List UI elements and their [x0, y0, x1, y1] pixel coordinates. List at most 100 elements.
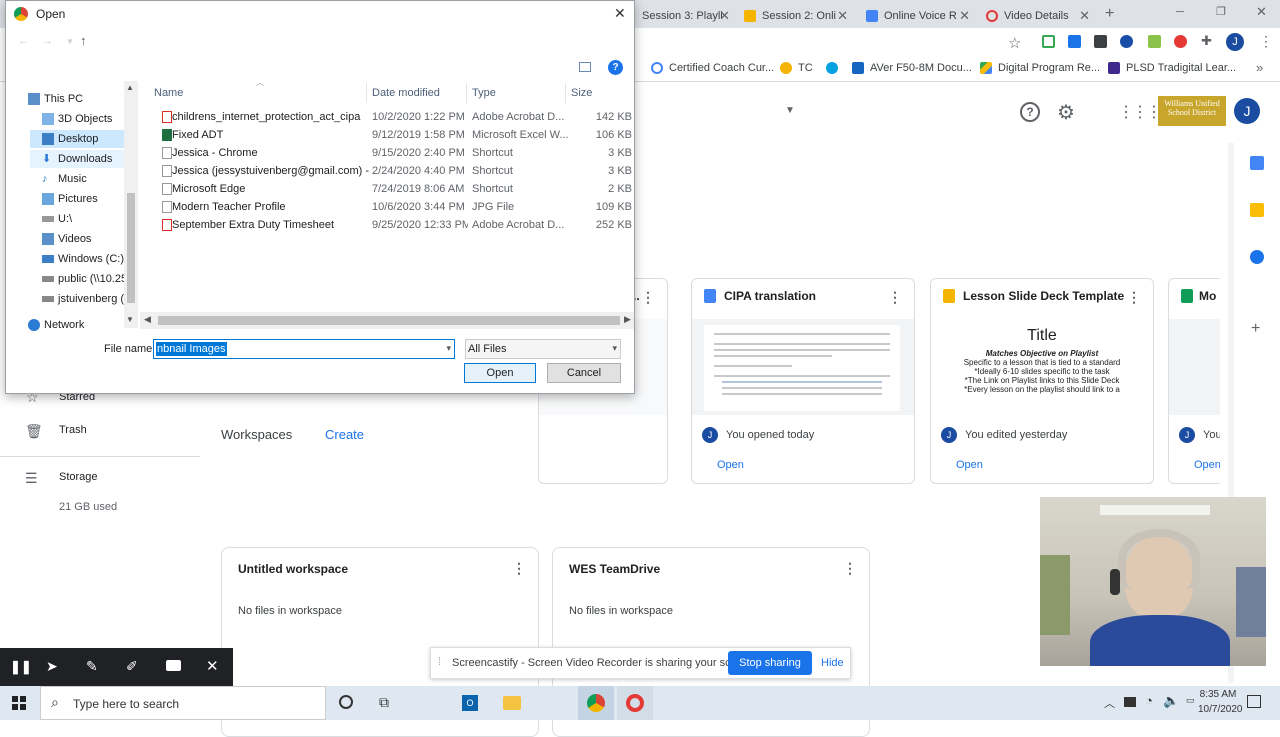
cortana-icon[interactable] — [339, 695, 353, 709]
apps-grid-icon[interactable]: ⋮⋮⋮ — [1118, 102, 1162, 122]
calendar-icon[interactable] — [1250, 156, 1264, 170]
close-toolbar-icon[interactable]: ✕ — [206, 657, 219, 675]
close-icon[interactable]: ✕ — [837, 8, 848, 24]
hide-button[interactable]: Hide — [821, 657, 844, 669]
open-button[interactable]: Open — [464, 363, 536, 383]
cursor-icon[interactable]: ➤ — [46, 658, 58, 675]
column-header-name[interactable]: Name — [154, 87, 183, 99]
new-tab-icon[interactable]: + — [1105, 5, 1114, 23]
taskbar-time[interactable]: 8:35 AM — [1198, 689, 1238, 700]
create-workspace-button[interactable]: Create — [325, 427, 364, 442]
sidebar-item-trash[interactable]: Trash — [59, 424, 87, 436]
cancel-button[interactable]: Cancel — [547, 363, 621, 383]
extension-icon[interactable] — [1174, 35, 1187, 48]
file-list-hscrollbar[interactable]: ◀ ▶ — [140, 312, 634, 329]
suggested-file-card[interactable]: CIPA translation ⋮ J You opened today Ope… — [691, 278, 915, 484]
file-row[interactable]: Microsoft Edge 7/24/2019 8:06 AM Shortcut 2… — [156, 180, 634, 198]
nav-item-pictures[interactable]: Pictures — [42, 190, 98, 208]
file-row[interactable]: childrens_internet_protection_act_cipa 10… — [156, 108, 634, 126]
tab-session-2[interactable]: Session 2: Onli ✕ — [738, 4, 854, 28]
taskbar-chrome-button[interactable] — [578, 686, 614, 720]
nav-item-desktop[interactable]: Desktop — [30, 130, 124, 148]
bookmark-item[interactable]: PLSD Tradigital Lear... — [1108, 62, 1236, 74]
outlook-icon[interactable]: O — [462, 695, 478, 711]
bookmark-item[interactable]: TC — [780, 62, 813, 74]
suggested-file-card[interactable]: Lesson Slide Deck Template ⋮ Title Match… — [930, 278, 1154, 484]
recent-locations-icon[interactable]: ▼ — [66, 37, 74, 46]
drag-handle-icon[interactable]: ⁞ — [438, 656, 441, 668]
column-header-size[interactable]: Size — [571, 87, 592, 99]
dialog-close-icon[interactable]: ✕ — [614, 5, 626, 22]
nav-item-jstuivenberg[interactable]: jstuivenberg (\\1 — [42, 290, 136, 308]
file-row[interactable]: Jessica - Chrome 9/15/2020 2:40 PM Shortcu… — [156, 144, 634, 162]
extension-icon[interactable] — [1120, 35, 1133, 48]
file-row[interactable]: Modern Teacher Profile 10/6/2020 3:44 PM J… — [156, 198, 634, 216]
wifi-icon[interactable]: ◔ — [1145, 693, 1153, 708]
close-window-icon[interactable]: ✕ — [1256, 4, 1267, 20]
tab-session-3[interactable]: Session 3: Playli ✕ — [636, 4, 736, 28]
file-row[interactable]: Jessica (jessystuivenberg@gmail.com) - C… — [156, 162, 634, 180]
settings-gear-icon[interactable]: ⚙ — [1057, 100, 1075, 125]
scroll-left-icon[interactable]: ◀ — [144, 314, 151, 325]
task-view-icon[interactable]: ⧉ — [379, 694, 389, 711]
nav-item-u-drive[interactable]: U:\ — [42, 210, 72, 228]
filename-input[interactable]: nbnail Images ▾ — [153, 339, 455, 359]
scroll-down-icon[interactable]: ▼ — [126, 315, 134, 324]
add-addon-icon[interactable]: + — [1251, 320, 1260, 338]
help-icon[interactable]: ? — [1020, 102, 1040, 122]
keep-icon[interactable] — [1250, 203, 1264, 217]
nav-item-this-pc[interactable]: This PC — [28, 90, 83, 108]
chevron-down-icon[interactable]: ▾ — [612, 343, 617, 354]
language-icon[interactable]: ▭ — [1186, 695, 1195, 706]
extension-icon[interactable] — [1148, 35, 1161, 48]
highlighter-icon[interactable]: ✐ — [126, 658, 138, 675]
extension-icon[interactable] — [1042, 35, 1055, 48]
open-link[interactable]: Open — [956, 459, 983, 471]
profile-avatar[interactable]: J — [1226, 33, 1244, 51]
volume-icon[interactable]: 🔈 — [1163, 693, 1179, 709]
tasks-icon[interactable] — [1250, 250, 1264, 264]
close-icon[interactable]: ✕ — [1079, 8, 1090, 24]
help-icon[interactable]: ? — [608, 60, 623, 75]
open-link[interactable]: Open — [717, 459, 744, 471]
star-bookmark-icon[interactable]: ☆ — [1008, 34, 1021, 52]
more-options-icon[interactable]: ⋮ — [641, 289, 655, 306]
nav-item-music[interactable]: ♪ Music — [42, 170, 87, 188]
nav-item-videos[interactable]: Videos — [42, 230, 91, 248]
nav-item-windows-c[interactable]: Windows (C:) — [42, 250, 124, 268]
more-options-icon[interactable]: ⋮ — [1127, 289, 1141, 306]
chevron-down-icon[interactable]: ▾ — [446, 343, 451, 354]
taskbar-screencastify-button[interactable] — [617, 686, 653, 720]
pause-icon[interactable]: ❚❚ — [10, 659, 32, 675]
bookmark-item[interactable] — [826, 62, 844, 74]
nav-item-public[interactable]: public (\\10.254. — [42, 270, 136, 288]
column-header-type[interactable]: Type — [472, 87, 496, 99]
file-explorer-icon[interactable] — [503, 696, 521, 710]
bookmark-item[interactable]: AVer F50-8M Docu... — [852, 62, 972, 74]
file-type-select[interactable]: All Files ▾ — [465, 339, 621, 359]
tab-online-voice[interactable]: Online Voice R ✕ — [860, 4, 976, 28]
scroll-right-icon[interactable]: ▶ — [624, 314, 631, 325]
puzzle-icon[interactable]: ✚ — [1201, 33, 1212, 49]
stop-sharing-button[interactable]: Stop sharing — [728, 651, 812, 675]
file-row[interactable]: Fixed ADT 9/12/2019 1:58 PM Microsoft Exce… — [156, 126, 634, 144]
maximize-icon[interactable]: ❐ — [1216, 5, 1226, 18]
sidebar-item-storage[interactable]: Storage — [59, 471, 98, 483]
account-avatar[interactable]: J — [1234, 98, 1260, 124]
back-icon[interactable]: ← — [18, 35, 29, 47]
bookmark-item[interactable]: Digital Program Re... — [980, 62, 1100, 74]
more-options-icon[interactable]: ⋮ — [512, 560, 526, 577]
menu-kebab-icon[interactable]: ⋮ — [1259, 33, 1273, 50]
minimize-icon[interactable]: ─ — [1176, 6, 1184, 18]
nav-item-3d-objects[interactable]: 3D Objects — [42, 110, 112, 128]
open-link[interactable]: Open — [1194, 459, 1220, 471]
camera-icon[interactable] — [166, 660, 181, 671]
nav-item-network[interactable]: Network — [28, 316, 84, 334]
pen-icon[interactable]: ✎ — [86, 658, 98, 675]
preview-pane-icon[interactable] — [579, 62, 591, 72]
taskbar-date[interactable]: 10/7/2020 — [1198, 704, 1243, 715]
nav-item-downloads[interactable]: ⬇ Downloads — [30, 150, 124, 168]
notifications-icon[interactable] — [1247, 695, 1261, 708]
forward-icon[interactable]: → — [42, 35, 53, 47]
taskbar-search-box[interactable]: ⌕ Type here to search — [40, 686, 326, 720]
